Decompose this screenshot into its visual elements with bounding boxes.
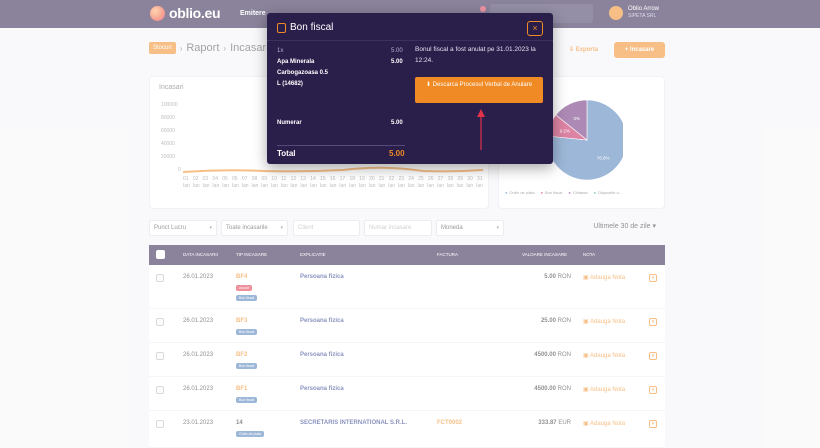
item-name-line-3: L (14682) [277,81,303,87]
download-proces-verbal-button[interactable]: ⬇ Descarca Procesul Verbal de Anulare [415,77,543,103]
cancel-message: Bonul fiscal a fost anulat pe 31.01.2023… [415,46,536,64]
bon-fiscal-modal: Bon fiscal × 1x 5.00 Apa Minerala Carbog… [267,13,553,164]
total-label: Total [277,149,296,158]
payment-label: Numerar [277,120,302,126]
modal-title: Bon fiscal [290,22,334,33]
close-button[interactable]: × [527,21,543,36]
item-qty: 1x [277,48,284,54]
item-name-line-2: Carbogazoasa 0.5 [277,70,329,76]
download-icon: ⬇ [425,82,431,88]
item-unit-price: 5.00 [391,48,403,54]
annotation-arrow [477,109,485,150]
item-total: 5.00 [391,59,403,65]
download-button-label: Descarca Procesul Verbal de Anulare [432,82,533,88]
total-value: 5.00 [389,149,405,158]
modal-divider [267,40,553,41]
receipt-icon [277,23,286,33]
item-name-line-1: Apa Minerala [277,59,315,65]
total-divider [277,145,405,146]
payment-value: 5.00 [391,120,403,126]
